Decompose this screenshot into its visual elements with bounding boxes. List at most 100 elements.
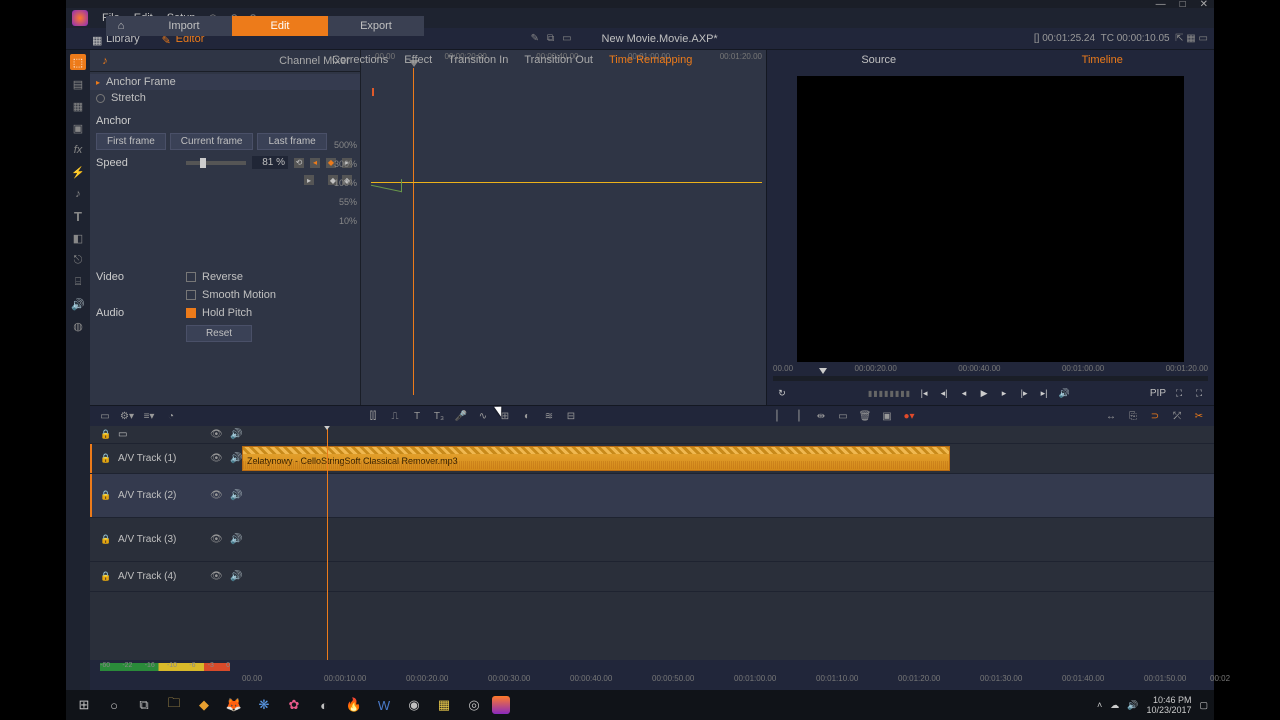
tl-razor2-icon[interactable]: ⎮ (792, 409, 806, 423)
app5-icon[interactable]: 🔥 (342, 693, 366, 717)
last-frame-button[interactable]: Last frame (257, 133, 326, 150)
tl-fit-icon[interactable]: ↔ (1104, 409, 1118, 423)
word-icon[interactable]: W (372, 693, 396, 717)
speaker-icon[interactable]: 🔊 (230, 571, 242, 582)
play-graph-icon[interactable]: ▸ (304, 175, 314, 185)
tab-corrections[interactable]: Corrections (324, 54, 396, 66)
obs-icon[interactable]: ◉ (402, 693, 426, 717)
track-row-4[interactable]: 🔒A/V Track (4)👁🔊 (90, 562, 1214, 592)
transition-icon[interactable]: ⚡ (70, 164, 86, 180)
anchor-marker-icon[interactable] (372, 88, 374, 96)
tl-insert-icon[interactable]: ⎘ (1126, 409, 1140, 423)
next-frame-icon[interactable]: |▸ (1017, 386, 1031, 400)
layout-icon[interactable]: ▭ (562, 33, 571, 44)
play-icon[interactable]: ▶ (977, 386, 991, 400)
speaker-icon[interactable]: 🔊 (230, 429, 242, 440)
speaker-icon[interactable]: 🔊 (230, 490, 242, 501)
step-fwd-icon[interactable]: ▸ (997, 386, 1011, 400)
mode-home-button[interactable]: ⌂ (106, 16, 136, 36)
cortana-icon[interactable]: ○ (102, 693, 126, 717)
hold-pitch-checkbox[interactable] (186, 308, 196, 318)
prev-frame-icon[interactable]: ◂| (937, 386, 951, 400)
tl-scissors-icon[interactable]: ✂ (1192, 409, 1206, 423)
track-row-1[interactable]: 🔒A/V Track (1)👁🔊 Zelatynowy - CelloStrin… (90, 444, 1214, 474)
tl-tool-marker-icon[interactable]: ◔ (164, 409, 178, 423)
volume-icon[interactable]: 🔊 (1057, 386, 1071, 400)
firefox-icon[interactable]: 🦊 (222, 693, 246, 717)
fullscreen-icon[interactable]: ⛶ (1192, 386, 1206, 400)
tl-title-icon[interactable]: T (410, 409, 424, 423)
speed-graph[interactable]: 00.00 00:00:20.00 00:00:40.00 00:01:00.0… (360, 50, 766, 405)
speaker-icon[interactable]: 🔊 (230, 534, 242, 545)
track-row-2[interactable]: 🔒A/V Track (2)👁🔊 (90, 474, 1214, 518)
tc-icon3[interactable]: ▭ (1199, 33, 1208, 44)
preview-playhead-icon[interactable] (819, 368, 827, 374)
lock-icon[interactable]: 🔒 (100, 490, 110, 501)
mixer-icon[interactable]: ✎ (531, 33, 539, 44)
system-clock[interactable]: 10:46 PM 10/23/2017 (1146, 695, 1191, 715)
sound-icon[interactable]: 🔊 (70, 296, 86, 312)
graph-playhead[interactable] (413, 68, 414, 395)
tl-motion-icon[interactable]: ≋ (542, 409, 556, 423)
tree-stretch[interactable]: Stretch (90, 90, 360, 106)
explorer-icon[interactable]: 🗀 (162, 693, 186, 717)
music-tab-icon[interactable]: ♪ (90, 55, 120, 67)
eye-icon[interactable]: 👁 (210, 534, 222, 545)
pip-button[interactable]: PIP (1150, 388, 1166, 399)
eye-icon[interactable]: 👁 (210, 453, 222, 464)
tl-mic-icon[interactable]: ⎍ (388, 409, 402, 423)
loop-icon[interactable]: ↻ (775, 386, 789, 400)
tray-cloud-icon[interactable]: ☁ (1110, 700, 1119, 711)
tab-effect[interactable]: Effect (396, 54, 440, 66)
notes-icon[interactable]: ▦ (432, 693, 456, 717)
go-start-icon[interactable]: |◂ (917, 386, 931, 400)
slider-thumb-icon[interactable] (200, 158, 206, 168)
app4-icon[interactable]: ◐ (312, 693, 336, 717)
gear-icon[interactable]: ◍ (70, 318, 86, 334)
audio-icon[interactable]: ♪ (70, 186, 86, 202)
folder-icon[interactable]: ▤ (70, 76, 86, 92)
eye-icon[interactable]: 👁 (210, 571, 222, 582)
timeline-ruler[interactable]: 00.00 00:00:10.00 00:00:20.00 00:00:30.0… (90, 674, 1214, 690)
tc-icon[interactable]: ⇱ (1175, 33, 1183, 44)
tl-delete-icon[interactable]: 🗑 (858, 409, 872, 423)
lock-icon[interactable]: 🔒 (100, 571, 110, 582)
tl-tool-1-icon[interactable]: ▭ (98, 409, 112, 423)
preview-scrubber[interactable] (773, 376, 1208, 381)
tab-time-remapping[interactable]: Time Remapping (601, 54, 700, 66)
timeline-playhead[interactable] (327, 426, 328, 660)
mode-edit-button[interactable]: Edit (232, 16, 328, 36)
kf-prev-icon[interactable]: ◂ (310, 158, 320, 168)
tl-color-icon[interactable]: ◐ (520, 409, 534, 423)
tray-up-icon[interactable]: ˄ (1097, 700, 1102, 710)
eye-icon[interactable]: 👁 (210, 490, 222, 501)
notification-icon[interactable]: ▢ (1199, 700, 1208, 711)
speed-value[interactable]: 81 % (252, 156, 288, 169)
lock-icon[interactable]: 🔒 (100, 429, 110, 440)
dual-icon[interactable]: ⧉ (547, 33, 554, 44)
track-row-3[interactable]: 🔒A/V Track (3)👁🔊 (90, 518, 1214, 562)
fx-icon[interactable]: fx (70, 142, 86, 158)
preview-tab-source[interactable]: Source (767, 50, 991, 70)
tl-tool-menu-icon[interactable]: ≡▾ (142, 409, 156, 423)
media-icon[interactable]: ▣ (70, 120, 86, 136)
tl-clip-icon[interactable]: ▭ (836, 409, 850, 423)
app3-icon[interactable]: ✿ (282, 693, 306, 717)
speaker-icon[interactable]: 🔊 (230, 453, 242, 464)
speed-slider[interactable] (186, 161, 246, 165)
disc-icon[interactable]: ◧ (70, 230, 86, 246)
tray-vol-icon[interactable]: 🔊 (1127, 700, 1138, 711)
tab-transition-in[interactable]: Transition In (440, 54, 516, 66)
app2-icon[interactable]: ❋ (252, 693, 276, 717)
tab-transition-out[interactable]: Transition Out (516, 54, 601, 66)
app6-icon[interactable]: ◎ (462, 693, 486, 717)
tl-link-icon[interactable]: ⤱ (1170, 409, 1184, 423)
collection-icon[interactable]: ▦ (70, 98, 86, 114)
mode-import-button[interactable]: Import (136, 16, 232, 36)
tl-razor-icon[interactable]: ⎮ (770, 409, 784, 423)
start-icon[interactable]: ⊞ (72, 693, 96, 717)
reverse-checkbox[interactable] (186, 272, 196, 282)
title-icon[interactable]: T (70, 208, 86, 224)
speed-curve[interactable] (371, 182, 762, 183)
reset-speed-icon[interactable]: ⟲ (294, 158, 304, 168)
